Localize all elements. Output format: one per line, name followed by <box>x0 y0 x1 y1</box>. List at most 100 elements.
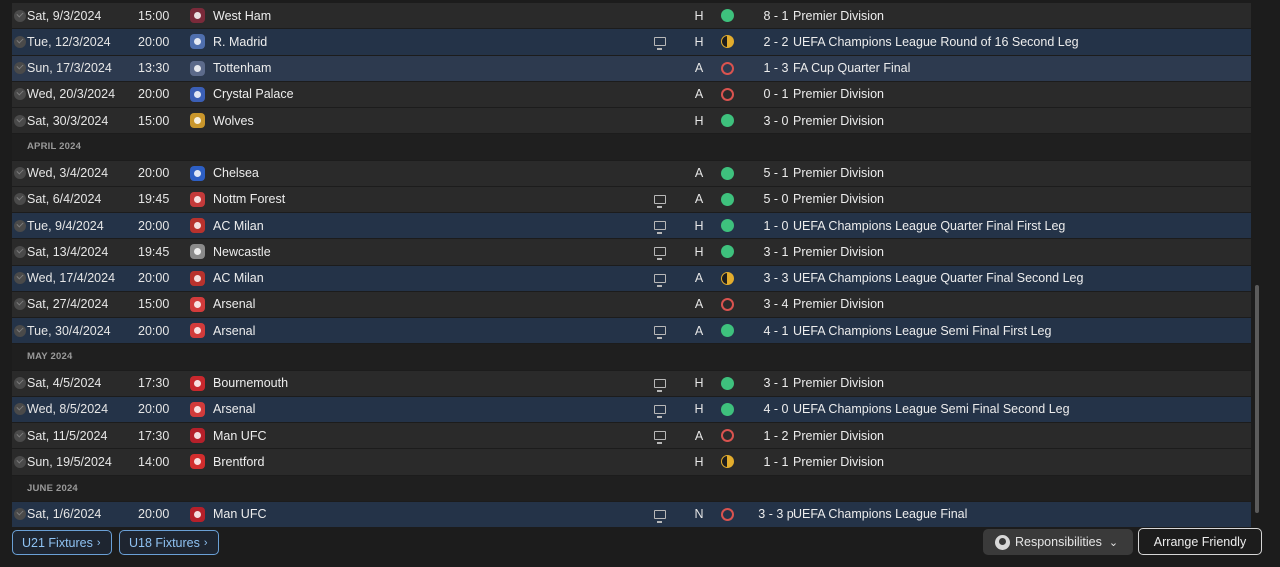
result-icon <box>721 219 734 233</box>
competition[interactable]: Premier Division <box>793 376 884 390</box>
tv-icon <box>654 378 666 392</box>
u21-fixtures-button[interactable]: U21 Fixtures › <box>12 530 112 555</box>
competition[interactable]: UEFA Champions League Quarter Final Seco… <box>793 271 1083 285</box>
fixture-row[interactable]: Wed, 8/5/2024 20:00 Arsenal H 4 - 0 UEFA Cham… <box>12 396 1251 423</box>
fixture-date: Sat, 13/4/2024 <box>27 244 109 259</box>
fixture-row[interactable]: Sat, 27/4/2024 15:00 Arsenal A 3 - 4 Premier … <box>12 291 1251 318</box>
opponent-link[interactable]: R. Madrid <box>213 35 267 49</box>
fixture-row[interactable]: Sat, 13/4/2024 19:45 Newcastle H 3 - 1 Premie… <box>12 239 1251 266</box>
competition[interactable]: UEFA Champions League Round of 16 Second… <box>793 35 1079 49</box>
opponent-link[interactable]: Crystal Palace <box>213 87 294 101</box>
fixture-row[interactable]: Wed, 20/3/2024 20:00 Crystal Palace A 0 - 1P… <box>12 81 1251 108</box>
competition[interactable]: Premier Division <box>793 114 884 128</box>
fixture-row[interactable]: Tue, 9/4/2024 20:00 AC Milan H 1 - 0 UEFA Cha… <box>12 213 1251 240</box>
tv-icon <box>654 273 666 287</box>
opponent-link[interactable]: Man UFC <box>213 507 266 521</box>
tv-icon <box>654 509 666 523</box>
opponent-link[interactable]: Bournemouth <box>213 376 288 390</box>
opponent-link[interactable]: Arsenal <box>213 402 255 416</box>
fixture-date: Wed, 17/4/2024 <box>27 271 116 286</box>
checkmark-icon <box>14 35 26 48</box>
competition[interactable]: Premier Division <box>793 87 884 101</box>
tv-icon <box>654 247 666 261</box>
opponent-link[interactable]: West Ham <box>213 9 271 23</box>
competition[interactable]: UEFA Champions League Semi Final Second … <box>793 402 1070 416</box>
fixture-row[interactable]: Sat, 30/3/2024 15:00 Wolves H 3 - 0 Premier D… <box>12 108 1251 135</box>
scrollbar[interactable] <box>1255 285 1259 513</box>
club-crest-icon <box>190 165 205 181</box>
club-crest-icon <box>190 244 205 260</box>
venue: A <box>694 61 704 76</box>
opponent-link[interactable]: Chelsea <box>213 166 259 180</box>
competition[interactable]: Premier Division <box>793 9 884 23</box>
club-crest-icon <box>190 60 205 76</box>
fixture-date: Tue, 30/4/2024 <box>27 323 111 338</box>
opponent-link[interactable]: AC Milan <box>213 219 264 233</box>
opponent-link[interactable]: Tottenham <box>213 61 271 75</box>
checkmark-icon <box>14 377 26 390</box>
chevron-right-icon: › <box>203 536 208 549</box>
u18-fixtures-button[interactable]: U18 Fixtures › <box>119 530 219 555</box>
u21-fixtures-label: U21 Fixtures <box>22 535 93 550</box>
opponent-link[interactable]: AC Milan <box>213 271 264 285</box>
competition[interactable]: UEFA Champions League Semi Final First L… <box>793 324 1051 338</box>
opponent-link[interactable]: Arsenal <box>213 324 255 338</box>
fixture-time: 15:00 <box>138 113 170 128</box>
fixture-row[interactable]: Sun, 17/3/2024 13:30 Tottenham A 1 - 3 FA Cup… <box>12 55 1251 82</box>
result-icon <box>721 61 734 75</box>
checkmark-icon <box>14 403 26 416</box>
fixture-date: Sat, 4/5/2024 <box>27 376 102 391</box>
competition[interactable]: Premier Division <box>793 245 884 259</box>
competition[interactable]: UEFA Champions League Final <box>793 507 967 521</box>
competition[interactable]: Premier Division <box>793 455 884 469</box>
opponent-link[interactable]: Newcastle <box>213 245 271 259</box>
fixture-date: Sat, 1/6/2024 <box>27 507 102 522</box>
fixture-time: 17:30 <box>138 428 170 443</box>
club-crest-icon <box>190 375 205 391</box>
fixture-row[interactable]: Wed, 3/4/2024 20:00 Chelsea A 5 - 1 Premier D… <box>12 160 1251 187</box>
fixture-date: Sat, 9/3/2024 <box>27 8 102 23</box>
opponent-link[interactable]: Arsenal <box>213 297 255 311</box>
competition[interactable]: Premier Division <box>793 297 884 311</box>
club-crest-icon <box>190 428 205 444</box>
fixture-row[interactable]: Wed, 17/4/2024 20:00 AC Milan A 3 - 3 UEFA Ch… <box>12 265 1251 292</box>
club-crest-icon <box>190 218 205 234</box>
fixture-date: Wed, 20/3/2024 <box>27 87 116 102</box>
arrange-friendly-button[interactable]: Arrange Friendly <box>1138 528 1262 555</box>
competition[interactable]: FA Cup Quarter Final <box>793 61 910 75</box>
fixture-row[interactable]: Sat, 11/5/2024 17:30 Man UFC A 1 - 2 Premier … <box>12 423 1251 450</box>
competition[interactable]: Premier Division <box>793 192 884 206</box>
result-icon <box>721 9 734 23</box>
month-header: APRIL 2024 <box>12 134 1251 161</box>
chevron-right-icon: › <box>96 536 101 549</box>
club-crest-icon <box>190 34 205 50</box>
fixture-row[interactable]: Sat, 4/5/2024 17:30 Bournemouth H 3 - 1 Premi… <box>12 370 1251 397</box>
fixture-row[interactable]: Sat, 6/4/2024 19:45 Nottm Forest A 5 - 0 Prem… <box>12 186 1251 213</box>
venue: A <box>694 297 704 312</box>
tv-icon <box>654 194 666 208</box>
responsibilities-button[interactable]: Responsibilities ⌄ <box>983 529 1133 555</box>
competition[interactable]: UEFA Champions League Quarter Final Firs… <box>793 219 1065 233</box>
opponent-link[interactable]: Brentford <box>213 455 264 469</box>
result-icon <box>721 429 734 443</box>
opponent-link[interactable]: Nottm Forest <box>213 192 285 206</box>
competition[interactable]: Premier Division <box>793 429 884 443</box>
result-icon <box>721 166 734 180</box>
fixture-row[interactable]: Tue, 30/4/2024 20:00 Arsenal A 4 - 1 UEFA Cha… <box>12 318 1251 345</box>
fixture-time: 19:45 <box>138 192 170 207</box>
opponent-link[interactable]: Man UFC <box>213 429 266 443</box>
competition[interactable]: Premier Division <box>793 166 884 180</box>
venue: H <box>694 113 704 128</box>
fixture-time: 20:00 <box>138 166 170 181</box>
chevron-down-icon: ⌄ <box>1108 536 1119 549</box>
checkmark-icon <box>14 9 26 22</box>
opponent-link[interactable]: Wolves <box>213 114 254 128</box>
venue: A <box>694 323 704 338</box>
club-crest-icon <box>190 270 205 286</box>
venue: N <box>694 507 704 522</box>
checkmark-icon <box>14 167 26 180</box>
fixture-row[interactable]: Tue, 12/3/2024 20:00 R. Madrid H 2 - 2 UEFA C… <box>12 29 1251 56</box>
fixture-row[interactable]: Sun, 19/5/2024 14:00 Brentford H 1 - 1 Premie… <box>12 449 1251 476</box>
fixture-row[interactable]: Sat, 1/6/2024 20:00 Man UFC N 3 - 3 p UEFA Ch… <box>12 501 1251 528</box>
fixture-row[interactable]: Sat, 9/3/2024 15:00 West Ham H 8 - 1 Premier … <box>12 3 1251 30</box>
